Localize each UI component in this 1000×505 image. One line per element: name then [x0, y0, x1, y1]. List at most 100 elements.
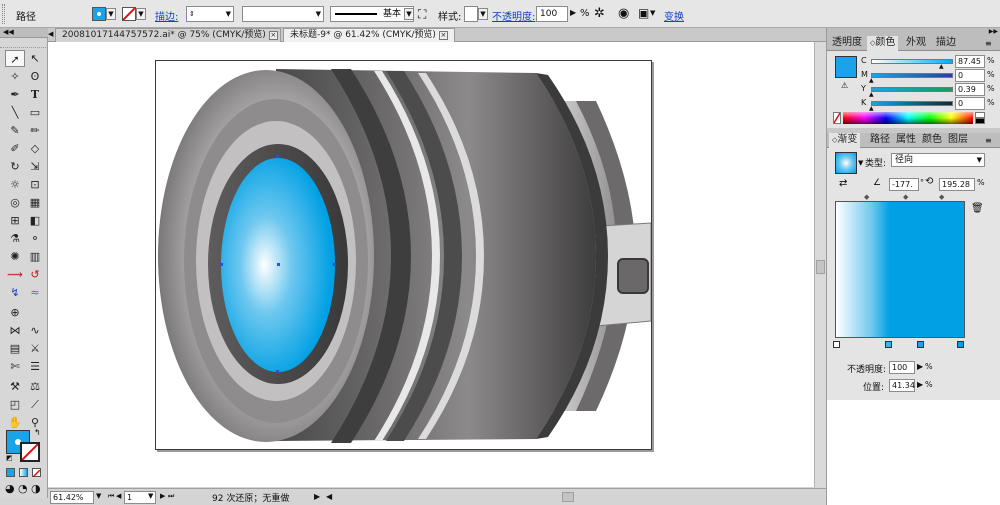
draw-inside-icon[interactable]: ◑: [31, 482, 41, 495]
align-icon[interactable]: ▣: [638, 6, 649, 20]
collapse-dock-icon[interactable]: ▶▶: [827, 28, 1000, 36]
stop-position-arrow-icon[interactable]: ▶: [917, 380, 923, 389]
lasso-tool-icon[interactable]: ʘ: [25, 68, 45, 85]
measure-tool-icon[interactable]: ⚖: [25, 378, 45, 395]
puppet-warp-icon[interactable]: ↺: [25, 266, 45, 283]
last-artboard-icon[interactable]: ⏭: [168, 492, 174, 501]
symbol-sprayer-tool-icon[interactable]: ✺: [5, 248, 25, 265]
yellow-value-field[interactable]: 0.39: [955, 83, 985, 96]
document-tab-2[interactable]: 未标题-9* @ 61.42% (CMYK/预览) ×: [283, 28, 455, 42]
recolor-artwork-icon[interactable]: ✲: [594, 6, 605, 21]
eyedropper-tool-icon[interactable]: ⚗: [5, 230, 25, 247]
opacity-field[interactable]: 100: [536, 6, 568, 22]
stroke-swatch[interactable]: [122, 7, 136, 21]
draw-behind-icon[interactable]: ◔: [18, 482, 28, 495]
align-dropdown-icon[interactable]: ▼: [650, 9, 655, 17]
fill-dropdown[interactable]: ▼: [106, 8, 116, 20]
type-tool-icon[interactable]: T: [25, 86, 45, 103]
draw-normal-icon[interactable]: ◕: [5, 482, 15, 495]
scissors-tool-icon[interactable]: ✄: [5, 358, 25, 375]
aspect-ratio-field[interactable]: 195.28: [939, 178, 975, 191]
expand-icon[interactable]: ⛶: [418, 7, 426, 22]
gradient-type-select[interactable]: 径向 ▼: [891, 153, 985, 167]
document-tab-1[interactable]: 20081017144757572.ai* @ 75% (CMYK/预览) ×: [55, 28, 281, 42]
delete-stop-icon[interactable]: 🗑: [971, 203, 984, 214]
list-tool-icon[interactable]: ☰: [25, 358, 45, 375]
midpoint-diamond-1[interactable]: ◆: [864, 193, 869, 201]
gradient-stop-4[interactable]: [957, 341, 964, 348]
tab-gradient[interactable]: ◇渐变: [829, 133, 861, 148]
blend-tool-icon[interactable]: ⚬: [25, 230, 45, 247]
wrinkle-tool-icon[interactable]: ≈: [25, 284, 45, 301]
scroll-left-icon[interactable]: ◀: [326, 492, 332, 501]
tools-grip[interactable]: [0, 38, 48, 48]
mesh-tool-icon[interactable]: ⊞: [5, 212, 25, 229]
tab-attributes[interactable]: 属性: [893, 133, 919, 148]
tab-pathfinder[interactable]: 路径: [867, 133, 893, 148]
first-artboard-icon[interactable]: ⏮: [108, 492, 114, 501]
rectangle-tool-icon[interactable]: ▭: [25, 104, 45, 121]
magenta-value-field[interactable]: 0: [955, 69, 985, 82]
stroke-color-box[interactable]: [20, 442, 40, 462]
direct-selection-tool-icon[interactable]: ↖: [25, 50, 45, 67]
gradient-mode-icon[interactable]: [19, 468, 28, 477]
cyan-value-field[interactable]: 87.45: [955, 55, 985, 68]
swap-fill-stroke-icon[interactable]: ↰: [34, 428, 41, 437]
artboard[interactable]: [155, 60, 652, 450]
fill-swatch[interactable]: [92, 7, 106, 21]
magic-wand-tool-icon[interactable]: ✧: [5, 68, 25, 85]
shape-builder-tool-icon[interactable]: ◎: [5, 194, 25, 211]
knife-tool-icon[interactable]: ⚔: [25, 340, 45, 357]
black-value-field[interactable]: 0: [955, 97, 985, 110]
tab-color[interactable]: ◇颜色: [867, 36, 899, 51]
black-slider-thumb-icon[interactable]: ▲: [869, 105, 874, 112]
close-tab-icon[interactable]: ×: [438, 31, 448, 40]
blob-brush-tool-icon[interactable]: ✐: [5, 140, 25, 157]
none-mode-icon[interactable]: [32, 468, 41, 478]
stop-position-field[interactable]: 41.34: [889, 379, 915, 392]
collapse-left-icon[interactable]: ◀: [48, 28, 55, 42]
default-colors-icon[interactable]: ◩: [6, 454, 13, 462]
panel-menu-icon[interactable]: ≡: [985, 136, 992, 145]
warp-tool-icon[interactable]: ☼: [5, 176, 25, 193]
selection-tool-icon[interactable]: ➚: [5, 50, 25, 67]
hand-tool-icon[interactable]: ✋: [5, 414, 25, 431]
stroke-dropdown[interactable]: ▼: [136, 8, 146, 20]
gradient-angle-field[interactable]: -177.: [889, 178, 919, 191]
paintbrush-tool-icon[interactable]: ✎: [5, 122, 25, 139]
reshape-tool-icon[interactable]: ↯: [5, 284, 25, 301]
gradient-thumbnail[interactable]: [835, 152, 857, 174]
stroke-weight-field[interactable]: ⇕ ▼: [186, 6, 234, 22]
reverse-gradient-icon[interactable]: ⇄: [839, 178, 847, 189]
panel-menu-icon[interactable]: ≡: [985, 39, 992, 48]
opacity-arrow-icon[interactable]: ▶: [570, 8, 576, 17]
pen-tool-icon[interactable]: ✒: [5, 86, 25, 103]
artboard-eyedropper-icon[interactable]: ⚒: [5, 378, 25, 395]
stop-opacity-arrow-icon[interactable]: ▶: [917, 362, 923, 371]
gradient-stop-3[interactable]: [917, 341, 924, 348]
free-transform-tool-icon[interactable]: ⊡: [25, 176, 45, 193]
tab-stroke[interactable]: 描边: [933, 36, 959, 51]
magenta-slider[interactable]: [871, 73, 953, 78]
grip-handle[interactable]: [2, 4, 5, 24]
perspective-grid-tool-icon[interactable]: ▦: [25, 194, 45, 211]
crosshair-tool-icon[interactable]: ⊕: [5, 304, 25, 321]
tab-color-2[interactable]: 颜色: [919, 133, 945, 148]
zoom-field[interactable]: 61.42%: [50, 491, 94, 504]
midpoint-diamond-2[interactable]: ◆: [903, 193, 908, 201]
graph-tool-icon[interactable]: ▤: [5, 340, 25, 357]
horizontal-scroll-thumb[interactable]: [562, 492, 574, 502]
artboard-tool-icon[interactable]: ◰: [5, 396, 25, 413]
out-of-gamut-icon[interactable]: ⚠: [841, 81, 848, 90]
brush-dropdown[interactable]: ▼: [404, 8, 414, 20]
tab-layers[interactable]: 图层: [945, 133, 971, 148]
color-spectrum-bar[interactable]: [843, 112, 973, 124]
envelope-tool-icon[interactable]: ⋈: [5, 322, 25, 339]
black-slider[interactable]: [871, 101, 953, 106]
opacity-link[interactable]: 不透明度:: [492, 8, 535, 23]
stop-opacity-field[interactable]: 100: [889, 361, 915, 374]
stroke-link[interactable]: 描边:: [155, 8, 178, 23]
style-dropdown[interactable]: ▼: [478, 8, 488, 20]
style-swatch[interactable]: [464, 6, 478, 22]
twirl-tool-icon[interactable]: ∿: [25, 322, 45, 339]
